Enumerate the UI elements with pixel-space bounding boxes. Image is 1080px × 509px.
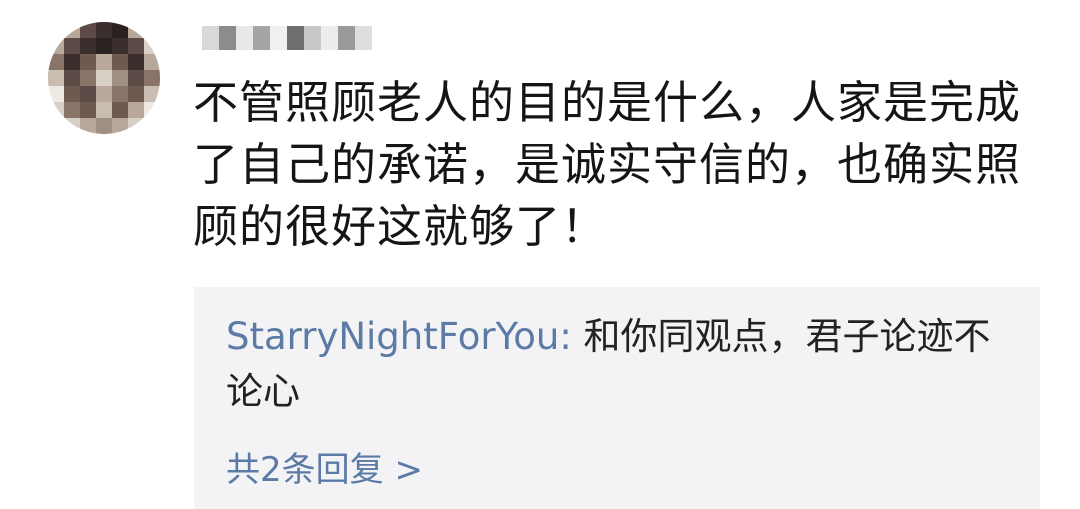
avatar-pixel xyxy=(48,86,64,102)
avatar-pixel xyxy=(96,102,112,118)
avatar-pixel xyxy=(96,86,112,102)
avatar-pixel xyxy=(112,70,128,86)
reply-author[interactable]: StarryNightForYou: xyxy=(226,315,572,358)
avatar-pixel xyxy=(48,70,64,86)
avatar-pixel xyxy=(144,86,160,102)
username-pixel xyxy=(321,26,338,50)
avatar-pixel xyxy=(128,102,144,118)
avatar-pixel xyxy=(112,86,128,102)
avatar-pixel xyxy=(144,70,160,86)
avatar-pixel xyxy=(48,118,64,134)
avatar-pixel xyxy=(80,70,96,86)
avatar-pixel xyxy=(80,22,96,38)
avatar-pixel xyxy=(80,86,96,102)
avatar-pixel xyxy=(128,38,144,54)
avatar-pixel xyxy=(80,54,96,70)
username-pixel xyxy=(219,26,236,50)
username-pixel xyxy=(338,26,355,50)
username-pixelated[interactable] xyxy=(202,26,372,54)
avatar-pixel xyxy=(112,38,128,54)
avatar-pixel xyxy=(96,22,112,38)
avatar-pixel xyxy=(64,38,80,54)
avatar-pixel xyxy=(112,118,128,134)
avatar-pixel xyxy=(80,118,96,134)
avatar-pixel xyxy=(64,86,80,102)
avatar[interactable] xyxy=(48,22,160,134)
avatar-pixel xyxy=(96,70,112,86)
avatar-pixel xyxy=(144,102,160,118)
view-replies-link[interactable]: 共2条回复 > xyxy=(226,445,423,495)
avatar-pixel xyxy=(64,118,80,134)
username-pixel xyxy=(236,26,253,50)
avatar-pixel xyxy=(128,86,144,102)
avatar-pixel xyxy=(144,22,160,38)
avatar-pixel xyxy=(64,102,80,118)
avatar-pixel xyxy=(96,38,112,54)
avatar-pixel xyxy=(112,54,128,70)
username-pixel xyxy=(355,26,372,50)
avatar-pixel xyxy=(144,38,160,54)
avatar-pixel xyxy=(48,102,64,118)
avatar-pixel xyxy=(80,38,96,54)
avatar-pixel xyxy=(112,102,128,118)
avatar-pixel xyxy=(48,54,64,70)
avatar-pixel xyxy=(128,70,144,86)
username-pixel xyxy=(270,26,287,50)
username-pixel xyxy=(287,26,304,50)
avatar-pixel xyxy=(80,102,96,118)
avatar-pixel xyxy=(48,22,64,38)
avatar-pixel xyxy=(48,38,64,54)
username-pixel xyxy=(202,26,219,50)
avatar-pixel xyxy=(128,54,144,70)
avatar-pixel xyxy=(112,22,128,38)
reply-preview-box[interactable]: StarryNightForYou: 和你同观点，君子论迹不论心 共2条回复 > xyxy=(194,287,1040,509)
avatar-pixel xyxy=(64,22,80,38)
avatar-pixel xyxy=(64,54,80,70)
avatar-pixel xyxy=(128,22,144,38)
avatar-pixel xyxy=(96,118,112,134)
avatar-pixel xyxy=(144,54,160,70)
username-pixel xyxy=(253,26,270,50)
username-pixel xyxy=(304,26,321,50)
avatar-pixel xyxy=(64,70,80,86)
avatar-pixel xyxy=(144,118,160,134)
comment-text: 不管照顾老人的目的是什么，人家是完成了自己的承诺，是诚实守信的，也确实照顾的很好… xyxy=(193,76,1022,253)
avatar-pixel xyxy=(128,118,144,134)
avatar-pixel xyxy=(96,54,112,70)
reply-line: StarryNightForYou: 和你同观点，君子论迹不论心 xyxy=(226,309,996,419)
